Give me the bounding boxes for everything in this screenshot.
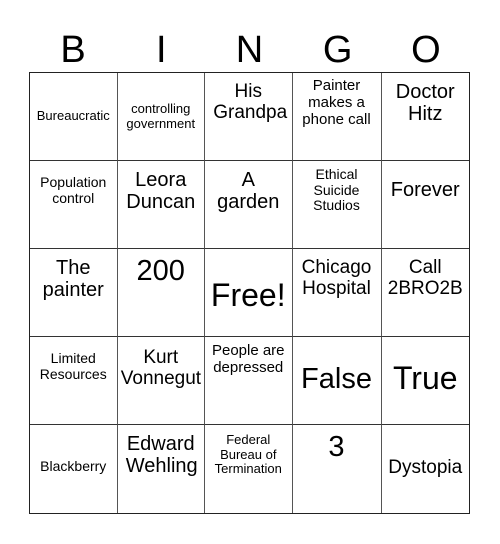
bingo-cell[interactable]: False xyxy=(292,337,382,425)
bingo-cell[interactable]: A garden xyxy=(205,161,293,249)
bingo-cell[interactable]: Limited Resources xyxy=(30,337,118,425)
bingo-cell[interactable]: Dystopia xyxy=(382,425,470,513)
bingo-cell[interactable]: Federal Bureau of Termination xyxy=(205,425,293,513)
bingo-free-space[interactable]: Free! xyxy=(205,249,293,337)
bingo-cell[interactable]: Bureaucratic xyxy=(30,73,118,161)
bingo-cell[interactable]: People are depressed xyxy=(205,337,293,425)
header-letter-o: O xyxy=(411,29,441,71)
bingo-grid: Bureaucratic controlling government His … xyxy=(29,72,470,514)
bingo-cell[interactable]: Painter makes a phone call xyxy=(292,73,382,161)
bingo-cell[interactable]: 3 xyxy=(293,425,382,513)
bingo-cell[interactable]: Blackberry xyxy=(30,425,118,513)
bingo-cell[interactable]: Edward Wehling xyxy=(118,425,205,513)
header-letter-g: G xyxy=(322,29,353,71)
bingo-cell[interactable]: Population control xyxy=(30,161,118,249)
bingo-cell[interactable]: Kurt Vonnegut xyxy=(117,337,205,425)
bingo-cell[interactable]: True xyxy=(381,337,469,425)
bingo-cell[interactable]: controlling government xyxy=(117,73,205,161)
bingo-header: B I N G O xyxy=(29,28,470,72)
bingo-cell[interactable]: The painter xyxy=(30,249,118,337)
header-letter-i: I xyxy=(156,29,167,71)
header-letter-b: B xyxy=(60,29,86,71)
bingo-cell[interactable]: Leora Duncan xyxy=(117,161,205,249)
bingo-cell[interactable]: Call 2BRO2B xyxy=(381,249,469,337)
header-letter-n: N xyxy=(235,29,264,71)
bingo-cell[interactable]: 200 xyxy=(117,249,205,337)
bingo-cell[interactable]: Forever xyxy=(381,161,469,249)
bingo-cell[interactable]: His Grandpa xyxy=(205,73,293,161)
bingo-cell[interactable]: Chicago Hospital xyxy=(292,249,382,337)
bingo-cell[interactable]: Ethical Suicide Studios xyxy=(292,161,382,249)
bingo-cell[interactable]: Doctor Hitz xyxy=(381,73,469,161)
